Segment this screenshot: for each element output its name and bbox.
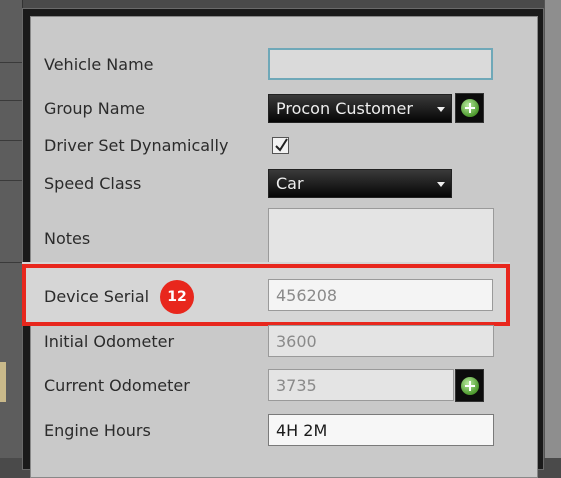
- speed-class-value: Car: [276, 174, 304, 193]
- highlight-annotation: [22, 264, 510, 326]
- add-group-button[interactable]: [455, 93, 484, 123]
- background-panel: [0, 0, 23, 458]
- group-name-label: Group Name: [44, 99, 145, 118]
- background-marker: [0, 362, 6, 402]
- driver-set-dynamically-label: Driver Set Dynamically: [44, 136, 229, 155]
- speed-class-select[interactable]: Car: [268, 169, 452, 198]
- window-frame-right: [544, 0, 561, 458]
- plus-circle-icon: [461, 377, 479, 395]
- group-name-value: Procon Customer: [276, 99, 413, 118]
- vehicle-name-label: Vehicle Name: [44, 55, 154, 74]
- notes-label: Notes: [44, 229, 91, 248]
- speed-class-label: Speed Class: [44, 174, 142, 193]
- notes-textarea[interactable]: [268, 208, 494, 264]
- engine-hours-label: Engine Hours: [44, 421, 151, 440]
- driver-set-dynamically-checkbox[interactable]: [272, 137, 289, 154]
- initial-odometer-input[interactable]: 3600: [268, 325, 494, 357]
- group-name-select[interactable]: Procon Customer: [268, 94, 452, 123]
- check-icon: [275, 138, 288, 152]
- current-odometer-input[interactable]: 3735: [268, 369, 454, 401]
- chevron-down-icon: [437, 107, 445, 112]
- step-number-badge: 12: [160, 280, 194, 314]
- current-odometer-label: Current Odometer: [44, 376, 190, 395]
- add-odometer-button[interactable]: [455, 369, 484, 402]
- vehicle-name-input[interactable]: [268, 48, 493, 80]
- engine-hours-input[interactable]: 4H 2M: [268, 414, 494, 446]
- initial-odometer-label: Initial Odometer: [44, 332, 175, 351]
- chevron-down-icon: [437, 182, 445, 187]
- plus-circle-icon: [461, 99, 479, 117]
